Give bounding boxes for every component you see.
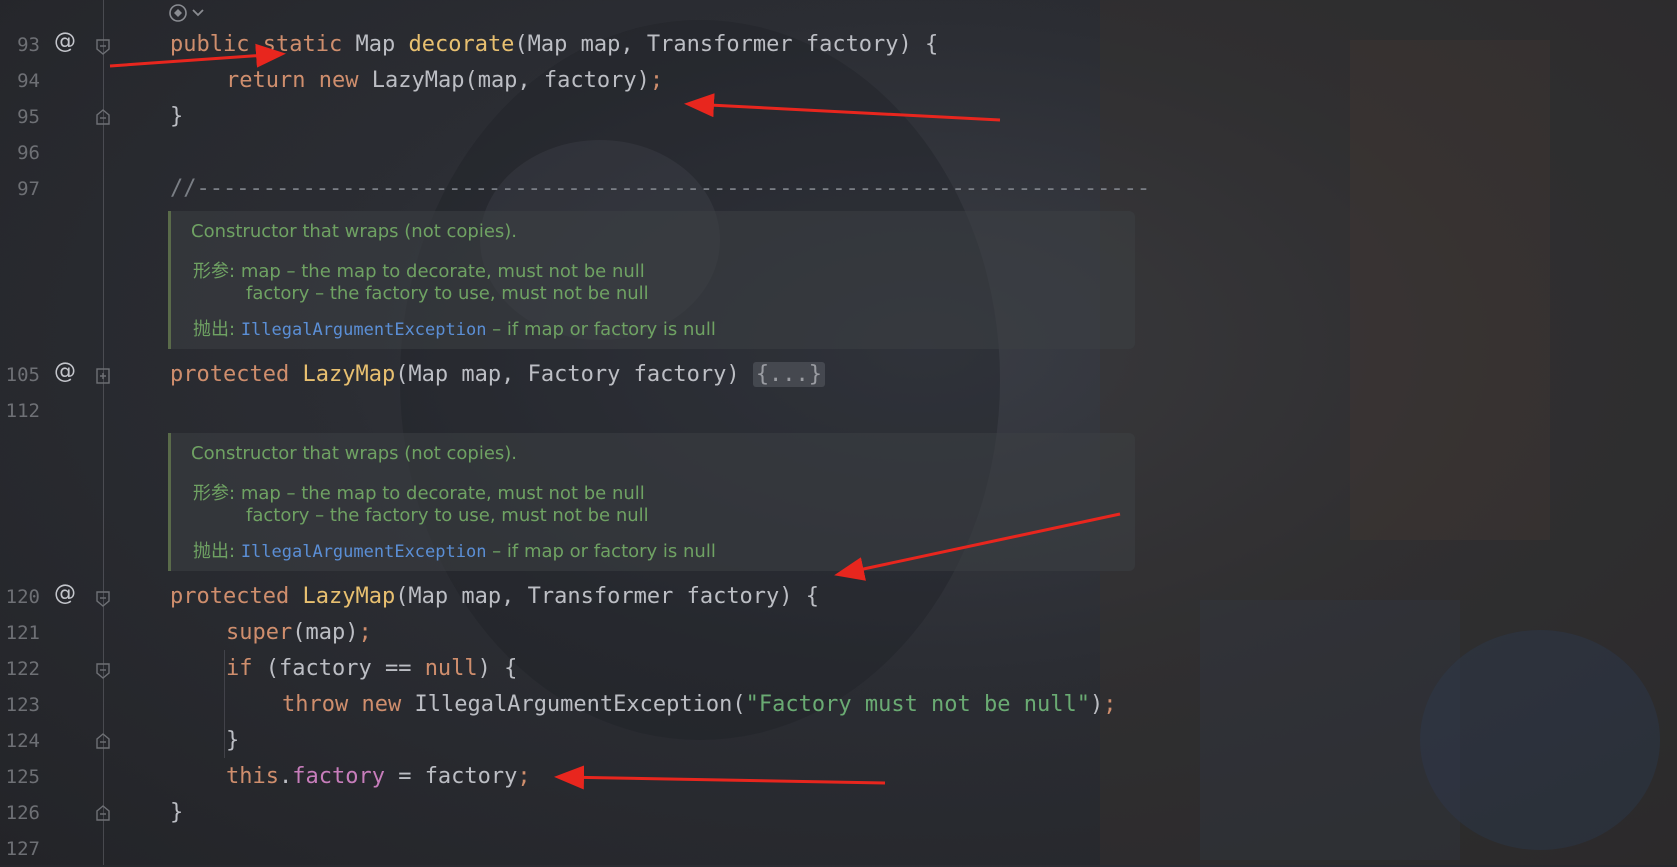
keyword-static: static	[262, 32, 343, 57]
line-number[interactable]: 122	[0, 651, 40, 687]
code-line-105[interactable]: protected LazyMap(Map map, Factory facto…	[170, 357, 826, 393]
constructor-params: (Map map, Factory factory)	[395, 362, 753, 387]
fold-end-icon[interactable]	[96, 733, 110, 749]
semicolon: ;	[649, 68, 664, 93]
doc-param-row: factory – the factory to use, must not b…	[246, 283, 649, 304]
code-line-122[interactable]: if (factory == null) {	[226, 651, 517, 687]
code-line-126[interactable]: }	[170, 795, 183, 831]
line-number[interactable]: 125	[0, 759, 40, 795]
code-line-125[interactable]: this.factory = factory;	[226, 759, 531, 795]
line-number[interactable]: 127	[0, 831, 40, 867]
return-type: Map	[355, 32, 396, 57]
method-params: (Map map, Transformer factory) {	[514, 32, 939, 57]
doc-param-factory: factory – the factory to use, must not b…	[246, 505, 649, 526]
keyword-super: super	[226, 620, 293, 645]
fold-open-icon[interactable]	[96, 663, 110, 679]
doc-param-map: map – the map to decorate, must not be n…	[240, 261, 645, 282]
semicolon: ;	[1103, 692, 1117, 717]
doc-param-row: factory – the factory to use, must not b…	[246, 505, 649, 526]
dot: .	[278, 764, 293, 789]
keyword-null: null	[424, 656, 478, 681]
doc-params-label: 形参:	[193, 483, 236, 504]
doc-throws-link[interactable]: IllegalArgumentException	[241, 320, 487, 340]
keyword-protected: protected	[170, 362, 290, 387]
doc-throws-label: 抛出:	[193, 319, 236, 340]
semicolon: ;	[358, 620, 372, 645]
keyword-this: this	[226, 764, 279, 789]
code-line-93[interactable]: public static Map decorate(Map map, Tran…	[170, 27, 938, 63]
constructor-params: (Map map, Transformer factory) {	[395, 584, 820, 609]
doc-param-factory: factory – the factory to use, must not b…	[246, 283, 649, 304]
doc-summary: Constructor that wraps (not copies).	[191, 443, 518, 464]
arrow-annotation	[684, 93, 1001, 122]
string-literal: "Factory must not be null"	[745, 692, 1090, 717]
doc-param-row: 形参: map – the map to decorate, must not …	[193, 479, 645, 505]
code-line-124[interactable]: }	[226, 723, 239, 759]
exception-constructor: IllegalArgumentException(	[414, 692, 746, 717]
line-number[interactable]: 123	[0, 687, 40, 723]
doc-throws-row: 抛出: IllegalArgumentException – if map or…	[193, 315, 716, 341]
if-condition: (factory ==	[252, 656, 425, 681]
implements-annotation-icon[interactable]: @	[54, 354, 76, 390]
code-line-97[interactable]: //--------------------------------------…	[170, 171, 1150, 207]
paren-close: )	[1090, 692, 1104, 717]
doc-throws-link[interactable]: IllegalArgumentException	[241, 542, 487, 562]
doc-throws-desc: – if map or factory is null	[486, 541, 716, 562]
line-number[interactable]: 96	[0, 135, 40, 171]
constructor-call: LazyMap(map, factory)	[371, 68, 650, 93]
javadoc-block[interactable]: Constructor that wraps (not copies). 形参:…	[168, 211, 1135, 349]
keyword-if: if	[226, 656, 253, 681]
if-close: ) {	[477, 656, 518, 681]
fold-open-icon[interactable]	[96, 39, 110, 55]
method-name: decorate	[408, 32, 515, 57]
line-number[interactable]: 95	[0, 99, 40, 135]
ai-assistant-icon[interactable]	[168, 2, 208, 24]
line-number[interactable]: 121	[0, 615, 40, 651]
semicolon: ;	[517, 764, 531, 789]
constructor-name: LazyMap	[302, 362, 396, 387]
code-line-121[interactable]: super(map);	[226, 615, 372, 651]
doc-param-map: map – the map to decorate, must not be n…	[240, 483, 645, 504]
line-number[interactable]: 112	[0, 393, 40, 429]
implements-annotation-icon[interactable]: @	[54, 576, 76, 612]
code-line-123[interactable]: throw new IllegalArgumentException("Fact…	[282, 687, 1117, 723]
assignment: = factory	[384, 764, 518, 789]
implements-annotation-icon[interactable]: @	[54, 24, 76, 60]
doc-throws-label: 抛出:	[193, 541, 236, 562]
line-number[interactable]: 126	[0, 795, 40, 831]
collapsed-body[interactable]: {...}	[752, 362, 826, 387]
line-number[interactable]: 120	[0, 579, 40, 615]
keyword-new: new	[318, 68, 359, 93]
doc-summary: Constructor that wraps (not copies).	[191, 221, 518, 242]
keyword-new: new	[361, 692, 402, 717]
javadoc-block[interactable]: Constructor that wraps (not copies). 形参:…	[168, 433, 1135, 571]
editor-gutter: 93 94 95 96 97 105 112 120 121 122 123 124 125 126 127…	[0, 0, 110, 867]
keyword-public: public	[170, 32, 250, 57]
fold-open-icon[interactable]	[96, 591, 110, 607]
keyword-return: return	[226, 68, 306, 93]
line-number[interactable]: 105	[0, 357, 40, 393]
keyword-throw: throw	[282, 692, 349, 717]
doc-param-row: 形参: map – the map to decorate, must not …	[193, 257, 645, 283]
line-number[interactable]: 124	[0, 723, 40, 759]
code-editor[interactable]: 93 94 95 96 97 105 112 120 121 122 123 124 125 126 127…	[0, 0, 1677, 865]
line-number[interactable]: 93	[0, 27, 40, 63]
line-number[interactable]: 94	[0, 63, 40, 99]
code-line-94[interactable]: return new LazyMap(map, factory);	[226, 63, 663, 99]
fold-end-icon[interactable]	[96, 805, 110, 821]
super-args: (map)	[292, 620, 359, 645]
indent-guide	[224, 650, 225, 758]
doc-throws-row: 抛出: IllegalArgumentException – if map or…	[193, 537, 716, 563]
code-line-95[interactable]: }	[170, 99, 183, 135]
doc-throws-desc: – if map or factory is null	[486, 319, 716, 340]
line-number[interactable]: 97	[0, 171, 40, 207]
code-line-120[interactable]: protected LazyMap(Map map, Transformer f…	[170, 579, 819, 615]
fold-expand-icon[interactable]	[96, 368, 110, 384]
keyword-protected: protected	[170, 584, 290, 609]
doc-params-label: 形参:	[193, 261, 236, 282]
constructor-name: LazyMap	[302, 584, 396, 609]
arrow-annotation	[554, 765, 886, 790]
field-factory: factory	[292, 764, 385, 789]
fold-end-icon[interactable]	[96, 109, 110, 125]
